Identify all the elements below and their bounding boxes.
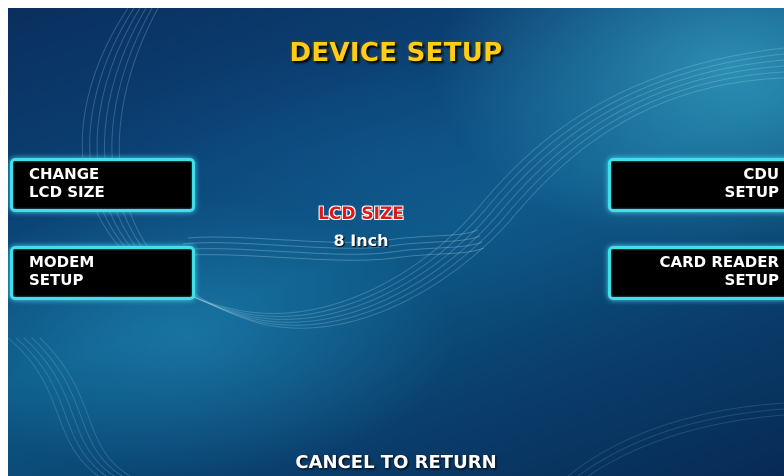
button-label-line2: SETUP (724, 271, 779, 289)
button-label-line2: SETUP (724, 183, 779, 201)
card-reader-setup-button[interactable]: CARD READER SETUP (608, 246, 784, 300)
cdu-setup-button[interactable]: CDU SETUP (608, 158, 784, 212)
button-label-line1: CARD READER (659, 253, 780, 271)
lcd-size-label: LCD SIZE (318, 204, 404, 224)
button-label-line1: CDU (743, 165, 779, 183)
display-area: DEVICE SETUP CHANGE LCD SIZE MODEM SETUP… (8, 8, 784, 476)
atm-screen: DEVICE SETUP CHANGE LCD SIZE MODEM SETUP… (0, 0, 784, 476)
lcd-size-value: 8 Inch (333, 231, 389, 250)
page-title: DEVICE SETUP (289, 38, 503, 68)
button-label-line1: CHANGE (29, 165, 100, 183)
modem-setup-button[interactable]: MODEM SETUP (10, 246, 195, 300)
cancel-instruction: CANCEL TO RETURN (295, 452, 497, 473)
change-lcd-size-button[interactable]: CHANGE LCD SIZE (10, 158, 195, 212)
button-label-line2: SETUP (29, 271, 84, 289)
button-label-line1: MODEM (29, 253, 95, 271)
button-label-line2: LCD SIZE (29, 183, 105, 201)
